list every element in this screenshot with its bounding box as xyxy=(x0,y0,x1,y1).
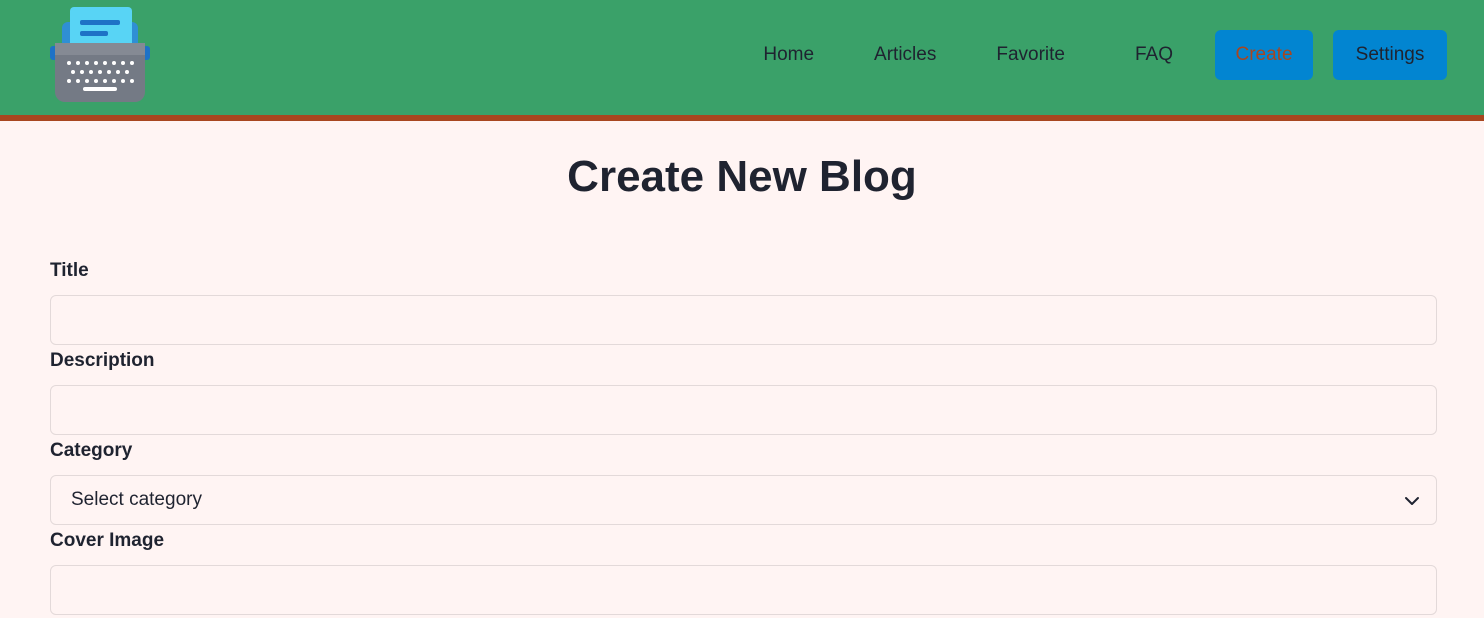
nav-faq-link[interactable]: FAQ xyxy=(1135,44,1173,66)
nav-home-link[interactable]: Home xyxy=(763,44,814,66)
cover-image-input[interactable] xyxy=(50,565,1437,615)
create-button[interactable]: Create xyxy=(1215,30,1313,80)
cover-image-label: Cover Image xyxy=(50,530,165,551)
title-input[interactable] xyxy=(50,295,1437,345)
page-title: Create New Blog xyxy=(567,152,917,201)
create-blog-form: Title Description Category Select catego… xyxy=(50,258,1437,618)
nav-favorite-link[interactable]: Favorite xyxy=(996,44,1065,66)
description-label: Description xyxy=(50,350,155,371)
chevron-down-icon xyxy=(1405,497,1419,505)
settings-button[interactable]: Settings xyxy=(1333,30,1447,80)
typewriter-icon[interactable] xyxy=(50,6,150,104)
category-select-value: Select category xyxy=(71,489,202,510)
navbar: Home Articles Favorite FAQ Create Settin… xyxy=(0,0,1484,121)
category-label: Category xyxy=(50,440,133,461)
description-input[interactable] xyxy=(50,385,1437,435)
title-label: Title xyxy=(50,260,89,281)
nav-articles-link[interactable]: Articles xyxy=(874,44,936,66)
nav-links: Home Articles Favorite FAQ Create Settin… xyxy=(763,30,1447,80)
category-select[interactable]: Select category xyxy=(50,475,1437,525)
